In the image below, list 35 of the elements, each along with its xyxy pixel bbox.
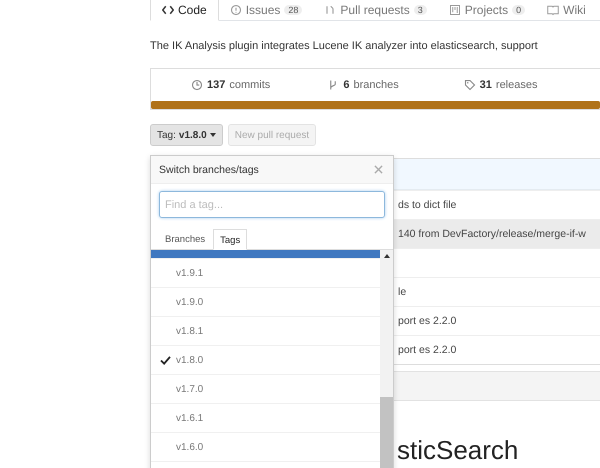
stat-link[interactable]: 6 branches [327,79,464,91]
repo-tab[interactable]: Pull requests 3 [313,0,438,20]
repo-description: The IK Analysis plugin integrates Lucene IK analyzer into elasticsearch, support [150,40,539,52]
caret-icon [210,133,216,137]
board-icon [448,4,461,16]
stat-link[interactable]: 31 releases [464,79,600,91]
repo-tab[interactable]: Wiki [536,0,597,20]
repo-tab[interactable]: Projects 0 [438,0,536,20]
close-icon[interactable] [374,165,383,174]
filter-field[interactable]: Find a tag... [159,191,385,218]
count-badge: 0 [512,5,526,15]
code-icon [162,4,174,16]
commit-message: 140 from DevFactory/release/merge-if-w [398,228,586,240]
commit-message: port es 2.2.0 [398,344,456,356]
scrollbar-thumb[interactable] [380,397,393,468]
stat-link[interactable]: 137 commits [191,79,328,91]
commit-message: port es 2.2.0 [398,315,456,327]
book-icon [547,4,560,16]
scroll-up-icon[interactable] [384,254,390,258]
scrollbar[interactable] [380,250,393,468]
dropdown-tab[interactable]: Tags [213,229,248,250]
info-circle-icon [230,4,242,16]
count-badge: 3 [414,5,427,15]
dropdown-title: Switch branches/tags [159,164,259,176]
commit-message: le [398,286,406,298]
tag-icon [464,79,476,91]
dropdown-tab[interactable]: Branches [159,229,212,249]
commit-message: ds to dict file [398,199,456,211]
repo-tab[interactable]: Issues 28 [218,0,314,20]
readme-heading: sticSearch [397,435,518,466]
repo-tab[interactable]: Code [150,0,219,21]
count-badge: 28 [284,5,302,15]
pull-request-icon [324,4,336,16]
clock-icon [191,79,203,91]
branch-select-button[interactable]: Tag: v1.8.0 [150,124,223,146]
